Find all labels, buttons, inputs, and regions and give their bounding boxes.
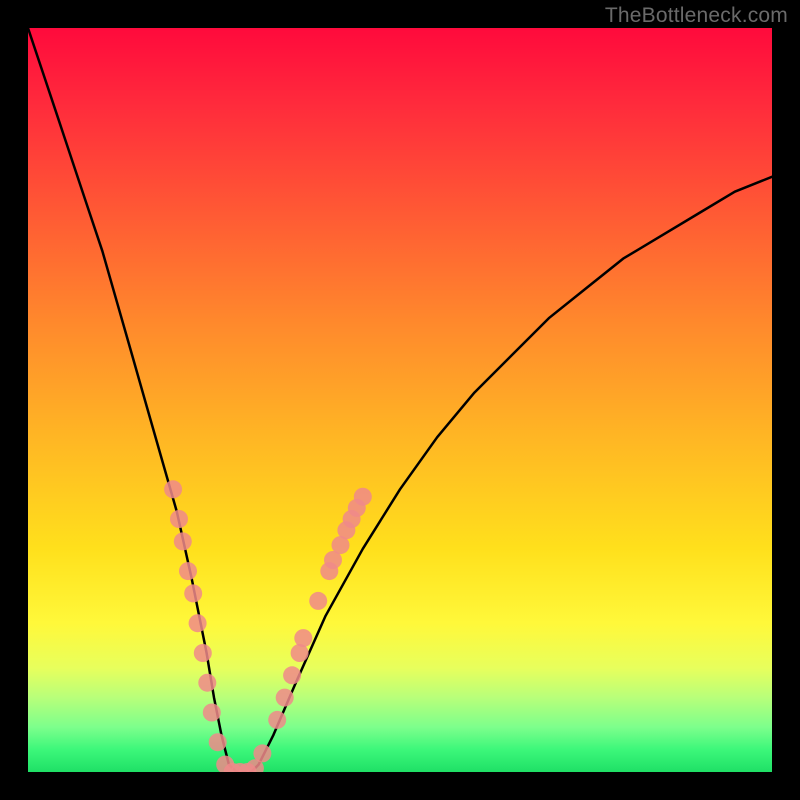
data-marker bbox=[164, 480, 182, 498]
data-marker bbox=[209, 733, 227, 751]
data-marker bbox=[194, 644, 212, 662]
data-marker bbox=[354, 488, 372, 506]
watermark-text: TheBottleneck.com bbox=[605, 4, 788, 28]
chart-overlay bbox=[28, 28, 772, 772]
data-marker bbox=[253, 744, 271, 762]
data-marker bbox=[170, 510, 188, 528]
data-marker bbox=[174, 532, 192, 550]
data-marker bbox=[294, 629, 312, 647]
plot-area bbox=[28, 28, 772, 772]
data-marker bbox=[283, 666, 301, 684]
data-marker bbox=[276, 689, 294, 707]
data-marker bbox=[268, 711, 286, 729]
data-markers bbox=[164, 480, 372, 772]
data-marker bbox=[184, 584, 202, 602]
bottleneck-curve bbox=[28, 28, 772, 772]
chart-frame: TheBottleneck.com bbox=[0, 0, 800, 800]
data-marker bbox=[198, 674, 216, 692]
data-marker bbox=[309, 592, 327, 610]
data-marker bbox=[179, 562, 197, 580]
data-marker bbox=[189, 614, 207, 632]
data-marker bbox=[203, 704, 221, 722]
